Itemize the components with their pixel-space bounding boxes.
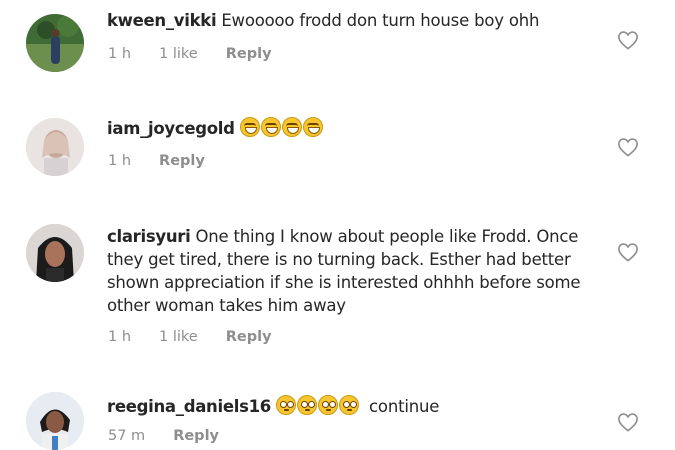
grinning-squint-face-icon bbox=[302, 117, 323, 137]
avatar[interactable] bbox=[26, 14, 84, 72]
avatar-photo-icon bbox=[26, 118, 84, 176]
avatar[interactable] bbox=[26, 392, 84, 450]
avatar[interactable] bbox=[26, 224, 84, 282]
comment-text: kween_vikki Ewooooo frodd don turn house … bbox=[107, 9, 602, 32]
comment-time: 1 h bbox=[108, 46, 132, 62]
comment-likes[interactable]: 1 like bbox=[159, 329, 198, 345]
reply-button[interactable]: Reply bbox=[159, 153, 205, 169]
comment-meta: 57 m Reply bbox=[108, 428, 247, 444]
comment-text: clarisyuri One thing I know about people … bbox=[107, 225, 602, 317]
avatar-photo-icon bbox=[26, 392, 84, 450]
comment-username[interactable]: clarisyuri bbox=[107, 227, 191, 246]
heart-outline-icon[interactable] bbox=[617, 412, 639, 432]
comment-meta: 1 h 1 like Reply bbox=[108, 46, 300, 62]
comment-body: Ewooooo frodd don turn house boy ohh bbox=[221, 11, 540, 30]
flushed-face-icon bbox=[318, 395, 338, 415]
reply-button[interactable]: Reply bbox=[226, 46, 272, 62]
comment-meta: 1 h Reply bbox=[108, 153, 233, 169]
comment-likes[interactable]: 1 like bbox=[159, 46, 198, 62]
avatar[interactable] bbox=[26, 118, 84, 176]
comment-username[interactable]: iam_joycegold bbox=[107, 119, 235, 138]
comment-time: 57 m bbox=[108, 428, 146, 444]
flushed-face-icon bbox=[297, 395, 317, 415]
flushed-face-icon bbox=[339, 395, 359, 415]
grinning-squint-face-icon bbox=[239, 117, 260, 137]
flushed-face-icon bbox=[276, 395, 296, 415]
comment-username[interactable]: reegina_daniels16 bbox=[107, 397, 271, 416]
heart-outline-icon[interactable] bbox=[617, 242, 639, 262]
comment-username[interactable]: kween_vikki bbox=[107, 11, 217, 30]
comment-text: iam_joycegold bbox=[107, 117, 602, 140]
comment-meta: 1 h 1 like Reply bbox=[108, 329, 300, 345]
avatar-photo-icon bbox=[26, 14, 84, 72]
grinning-squint-face-icon bbox=[281, 117, 302, 137]
comment-text: reegina_daniels16 continue bbox=[107, 395, 602, 418]
comment-time: 1 h bbox=[108, 153, 132, 169]
reply-button[interactable]: Reply bbox=[226, 329, 272, 345]
heart-outline-icon[interactable] bbox=[617, 137, 639, 157]
grinning-squint-face-icon bbox=[260, 117, 281, 137]
comment-time: 1 h bbox=[108, 329, 132, 345]
heart-outline-icon[interactable] bbox=[617, 30, 639, 50]
avatar-photo-icon bbox=[26, 224, 84, 282]
reply-button[interactable]: Reply bbox=[173, 428, 219, 444]
comment-body: continue bbox=[369, 397, 440, 416]
